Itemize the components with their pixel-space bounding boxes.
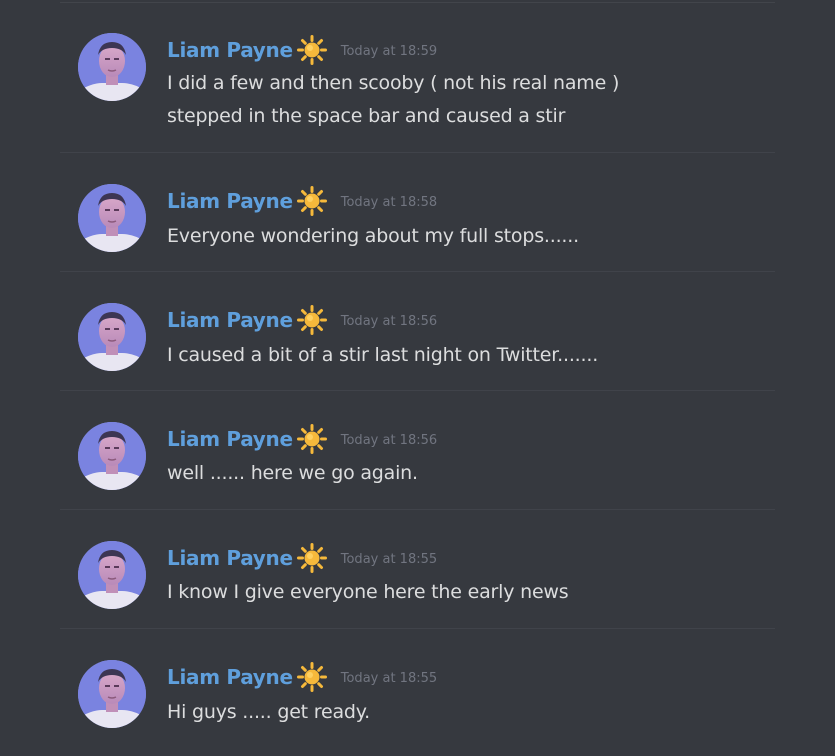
timestamp: Today at 18:55 bbox=[340, 671, 438, 686]
avatar[interactable] bbox=[78, 33, 146, 101]
sun-icon bbox=[296, 662, 327, 692]
message-header: Liam Payne Today at 18:56 bbox=[167, 424, 437, 454]
message-text: I know I give everyone here the early ne… bbox=[167, 581, 569, 603]
message-text: I caused a bit of a stir last night on T… bbox=[167, 344, 599, 366]
username[interactable]: Liam Payne bbox=[167, 308, 293, 332]
timestamp: Today at 18:59 bbox=[340, 44, 438, 59]
sun-icon bbox=[296, 305, 327, 335]
message-text: Hi guys ..... get ready. bbox=[167, 701, 370, 723]
sun-icon bbox=[296, 186, 327, 216]
divider bbox=[60, 509, 775, 510]
username[interactable]: Liam Payne bbox=[167, 665, 293, 689]
timestamp: Today at 18:58 bbox=[340, 195, 438, 210]
message-header: Liam Payne Today at 18:59 bbox=[167, 35, 437, 65]
avatar[interactable] bbox=[78, 660, 146, 728]
divider bbox=[60, 271, 775, 272]
message-header: Liam Payne Today at 18:55 bbox=[167, 662, 437, 692]
sun-icon bbox=[296, 543, 327, 573]
avatar[interactable] bbox=[78, 184, 146, 252]
message-header: Liam Payne Today at 18:55 bbox=[167, 543, 437, 573]
sun-icon bbox=[296, 424, 327, 454]
message-text: well ...... here we go again. bbox=[167, 462, 418, 484]
avatar[interactable] bbox=[78, 303, 146, 371]
divider bbox=[60, 628, 775, 629]
divider bbox=[60, 2, 775, 3]
timestamp: Today at 18:56 bbox=[340, 433, 438, 448]
avatar[interactable] bbox=[78, 422, 146, 490]
timestamp: Today at 18:56 bbox=[340, 314, 438, 329]
username[interactable]: Liam Payne bbox=[167, 189, 293, 213]
timestamp: Today at 18:55 bbox=[340, 552, 438, 567]
chat-message-list: Liam Payne Today at 18:59 I did a few an… bbox=[0, 0, 835, 756]
message-text: stepped in the space bar and caused a st… bbox=[167, 105, 566, 127]
message-header: Liam Payne Today at 18:56 bbox=[167, 305, 437, 335]
username[interactable]: Liam Payne bbox=[167, 546, 293, 570]
divider bbox=[60, 390, 775, 391]
message-header: Liam Payne Today at 18:58 bbox=[167, 186, 437, 216]
message-text: I did a few and then scooby ( not his re… bbox=[167, 72, 620, 94]
avatar[interactable] bbox=[78, 541, 146, 609]
username[interactable]: Liam Payne bbox=[167, 38, 293, 62]
divider bbox=[60, 152, 775, 153]
username[interactable]: Liam Payne bbox=[167, 427, 293, 451]
sun-icon bbox=[296, 35, 327, 65]
message-text: Everyone wondering about my full stops..… bbox=[167, 225, 579, 247]
